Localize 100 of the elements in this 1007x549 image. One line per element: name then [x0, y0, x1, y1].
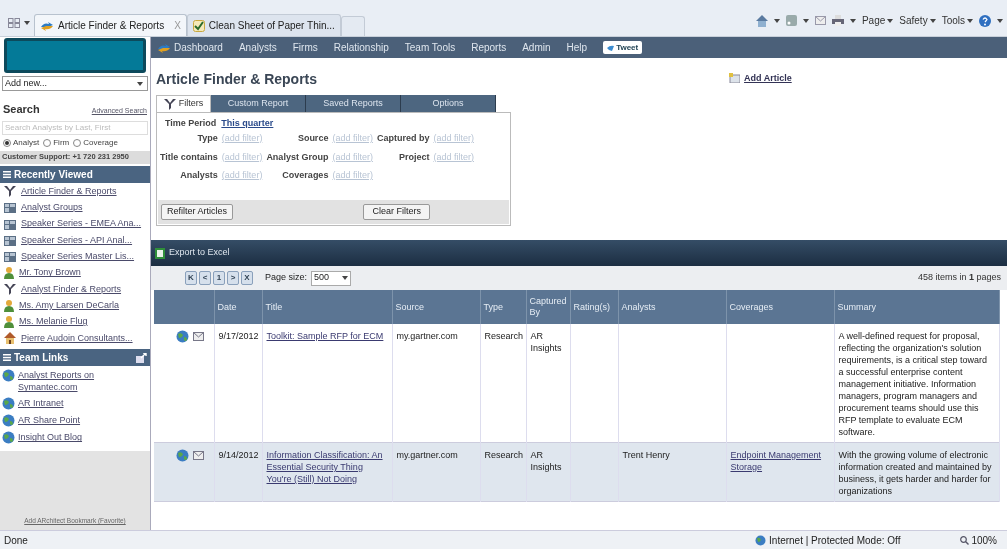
- article-title-link[interactable]: Information Classification: An Essential Security Thing You're (Still) Not Doing: [266, 449, 388, 485]
- recent-item-link[interactable]: Speaker Series - EMEA Ana...: [21, 217, 142, 231]
- table-cell: my.gartner.com: [396, 450, 458, 460]
- nav-link[interactable]: Admin: [522, 40, 551, 55]
- filter-tab[interactable]: Saved Reports: [306, 95, 401, 112]
- refilter-button[interactable]: Refilter Articles: [161, 204, 234, 220]
- nav-link[interactable]: Help: [566, 40, 588, 55]
- column-header[interactable]: Date: [217, 301, 259, 313]
- dropdown-arrow-icon: [929, 18, 936, 23]
- nav-link[interactable]: Analysts: [238, 40, 277, 55]
- menu-button[interactable]: Page: [861, 13, 894, 28]
- grid-icon: [4, 202, 16, 214]
- nav-link[interactable]: Team Tools: [404, 40, 456, 55]
- recent-item-link[interactable]: Pierre Audoin Consultants...: [21, 331, 133, 346]
- mail-icon: [193, 332, 204, 341]
- add-new-dropdown[interactable]: Add new...: [2, 76, 148, 91]
- pager-button[interactable]: K: [185, 271, 197, 285]
- menu-button[interactable]: Tools: [941, 13, 973, 28]
- coverage-link[interactable]: Storage: [730, 461, 830, 473]
- filter-label: Time Period: [165, 116, 217, 130]
- help-icon: [979, 14, 991, 27]
- filter-label: Coverages: [281, 169, 329, 182]
- filter-tab[interactable]: Custom Report: [211, 95, 306, 112]
- radio-option[interactable]: Coverage: [73, 136, 118, 149]
- filter-label: Captured by: [376, 132, 430, 145]
- column-header[interactable]: Rating(s): [573, 301, 615, 313]
- dropdown-arrow-icon: [342, 276, 349, 280]
- article-title-link[interactable]: Toolkit: Sample RFP for ECM: [266, 330, 388, 342]
- pager-button[interactable]: <: [199, 271, 211, 285]
- funnel-icon: [4, 186, 16, 198]
- checkmark-icon: [192, 19, 205, 32]
- radio-option[interactable]: Analyst: [3, 136, 40, 149]
- table-cell: AR Insights: [530, 331, 562, 353]
- team-link[interactable]: Analyst Reports on Symantec.com: [18, 369, 128, 394]
- nav-link[interactable]: Reports: [471, 40, 507, 55]
- mail-icon: [814, 16, 826, 25]
- filter-label: Analyst Group: [266, 150, 329, 164]
- grid-icon: [4, 235, 16, 247]
- radio-option[interactable]: Firm: [43, 136, 70, 149]
- bird-icon: [607, 44, 615, 51]
- filter-label: Source: [296, 132, 329, 145]
- menu-button[interactable]: Safety: [899, 13, 936, 28]
- grid-icon: [4, 251, 16, 263]
- export-button[interactable]: Export to Excel: [155, 246, 230, 260]
- time-period-link[interactable]: This quarter: [221, 116, 274, 131]
- filter-tab[interactable]: Filters: [156, 95, 211, 112]
- recent-item-link[interactable]: Speaker Series - API Anal...: [21, 233, 133, 248]
- table-cell: Research: [484, 331, 524, 341]
- table-row[interactable]: [154, 324, 999, 443]
- add-article-link[interactable]: Add Article: [729, 71, 792, 85]
- person-icon: [4, 267, 14, 280]
- page-size-dropdown[interactable]: 500: [311, 270, 352, 286]
- dropdown-arrow-icon: [137, 81, 143, 86]
- column-header[interactable]: Title: [265, 301, 389, 313]
- coverage-link[interactable]: Endpoint Management: [730, 449, 830, 461]
- arrows-icon: [40, 20, 54, 31]
- team-link[interactable]: AR Share Point: [18, 414, 128, 427]
- dropdown-arrow-icon[interactable]: [849, 18, 856, 23]
- browser-tab[interactable]: Article Finder & Reports X: [34, 14, 187, 36]
- dropdown-arrow-icon[interactable]: [24, 21, 30, 25]
- dropdown-arrow-icon[interactable]: [773, 18, 780, 23]
- dropdown-arrow-icon[interactable]: [997, 18, 1003, 23]
- recent-item-link[interactable]: Analyst Groups: [21, 201, 83, 215]
- globe-icon: [2, 397, 15, 411]
- table-row[interactable]: [154, 442, 999, 502]
- zoom-button[interactable]: 100%: [960, 532, 997, 548]
- dropdown-arrow-icon[interactable]: [802, 18, 809, 23]
- nav-link[interactable]: Firms: [292, 40, 318, 55]
- pager-button[interactable]: >: [227, 271, 239, 285]
- page-number-button[interactable]: 1: [213, 271, 225, 285]
- column-header[interactable]: Captured By: [529, 296, 567, 318]
- home-icon: [755, 14, 768, 27]
- team-link[interactable]: Insight Out Blog: [18, 431, 128, 444]
- pager-button[interactable]: X: [241, 271, 253, 285]
- document-icon: [729, 73, 741, 84]
- recent-item-link[interactable]: Ms. Melanie Flug: [19, 315, 88, 329]
- summary-text: With the growing volume of electronic information created and maintained by business, it gets harder and harder for organizations: [838, 449, 993, 497]
- person-icon: [4, 316, 14, 328]
- column-header[interactable]: Type: [483, 301, 523, 313]
- grid-icon: [4, 218, 16, 230]
- column-header[interactable]: Analysts: [621, 301, 723, 313]
- recent-item-link[interactable]: Analyst Finder & Reports: [21, 282, 122, 297]
- section-title: Team Links: [14, 351, 69, 366]
- recent-item-link[interactable]: Ms. Amy Larsen DeCarla: [19, 298, 120, 313]
- column-header[interactable]: Coverages: [729, 301, 831, 313]
- nav-link[interactable]: Relationship: [333, 40, 389, 55]
- column-header[interactable]: Summary: [837, 301, 996, 313]
- recent-item-link[interactable]: Mr. Tony Brown: [19, 266, 81, 280]
- filter-label: Type: [196, 132, 218, 145]
- recent-item-link[interactable]: Article Finder & Reports: [21, 184, 117, 199]
- nav-link[interactable]: Dashboard: [157, 40, 223, 55]
- tweet-button[interactable]: Tweet: [603, 41, 643, 54]
- filter-tab[interactable]: Options: [401, 95, 496, 112]
- column-header[interactable]: Source: [395, 301, 477, 313]
- browser-tab[interactable]: Clean Sheet of Paper Thin...: [186, 14, 341, 36]
- filter-label: Analysts: [179, 169, 218, 182]
- recent-item-link[interactable]: Speaker Series Master Lis...: [21, 250, 135, 264]
- mail-icon: [193, 451, 204, 460]
- clear-filters-button[interactable]: Clear Filters: [363, 204, 430, 220]
- team-link[interactable]: AR Intranet: [18, 397, 128, 410]
